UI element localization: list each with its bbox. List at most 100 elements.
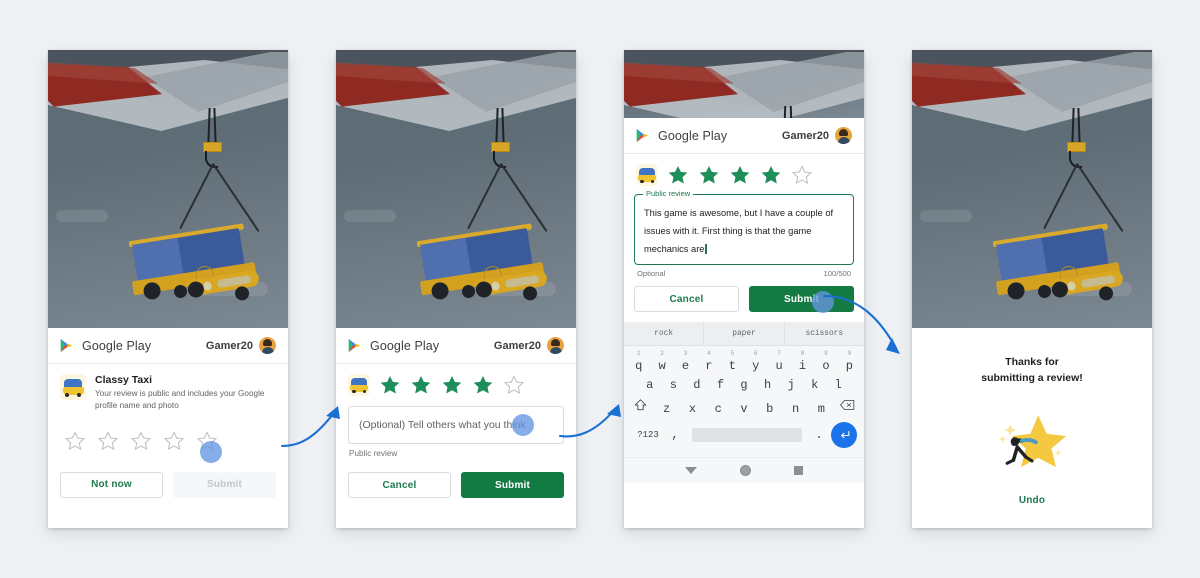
key-k[interactable]: k [803, 379, 827, 391]
star-outline-icon[interactable] [791, 164, 813, 186]
key-d[interactable]: d [685, 379, 709, 391]
undo-button[interactable]: Undo [1019, 495, 1045, 506]
star-filled-icon[interactable] [410, 374, 432, 396]
cancel-button[interactable]: Cancel [634, 286, 739, 312]
google-play-title: Google Play [82, 338, 152, 353]
nav-recents-icon[interactable] [793, 466, 803, 475]
phone-panel-1: Google Play Gamer20 Classy Taxi Your rev… [48, 50, 288, 528]
star-filled-icon[interactable] [441, 374, 463, 396]
action-buttons-1: Not now Submit [48, 462, 288, 512]
star-filled-icon[interactable] [472, 374, 494, 396]
suggestion-chip[interactable]: paper [703, 322, 783, 345]
key-y[interactable]: 6y [744, 350, 767, 372]
rating-stars-empty[interactable] [48, 416, 288, 462]
symbols-key[interactable]: ?123 [631, 430, 665, 440]
game-scene-2 [336, 50, 576, 328]
user-avatar-icon[interactable] [835, 127, 852, 144]
key-e[interactable]: 3e [674, 350, 697, 372]
suggestion-chip[interactable]: rock [624, 322, 703, 345]
phone-panel-3: Google Play Gamer20 Public review This g… [624, 50, 864, 528]
key-j[interactable]: j [779, 379, 803, 391]
arrow-panel2-to-panel3 [558, 404, 621, 438]
key-r[interactable]: 4r [697, 350, 720, 372]
key-b[interactable]: b [757, 403, 783, 415]
text-caret [705, 244, 707, 254]
star-outline-icon[interactable] [163, 430, 185, 452]
backspace-key[interactable] [834, 398, 860, 415]
nav-back-icon[interactable] [685, 467, 698, 474]
touch-indicator-star-4 [200, 441, 222, 463]
key-i[interactable]: 8i [791, 350, 814, 372]
touch-indicator-review-field [512, 414, 534, 436]
star-outline-icon[interactable] [97, 430, 119, 452]
google-play-logo-icon [348, 339, 361, 352]
android-navigation-bar [624, 457, 864, 483]
key-s[interactable]: s [662, 379, 686, 391]
star-filled-icon[interactable] [698, 164, 720, 186]
submit-button[interactable]: Submit [461, 472, 564, 498]
user-avatar-icon[interactable] [259, 337, 276, 354]
keyboard-row-2: a s d f g h j k l [627, 379, 861, 391]
comma-key[interactable]: , [665, 428, 685, 442]
star-filled-icon[interactable] [379, 374, 401, 396]
google-play-header: Google Play Gamer20 [48, 328, 288, 364]
key-h[interactable]: h [756, 379, 780, 391]
google-play-header: Google Play Gamer20 [336, 328, 576, 364]
review-textarea-footer: Optional 100/500 [624, 265, 864, 278]
game-scene-4 [912, 50, 1152, 328]
star-filled-icon[interactable] [729, 164, 751, 186]
key-f[interactable]: f [709, 379, 733, 391]
cloud-shape [56, 210, 108, 222]
space-key[interactable] [692, 428, 802, 442]
key-l[interactable]: l [826, 379, 850, 391]
google-play-title: Google Play [658, 128, 728, 143]
review-textarea-value: This game is awesome, but I have a coupl… [644, 208, 834, 254]
character-counter: 100/500 [823, 269, 851, 278]
user-avatar-icon[interactable] [547, 337, 564, 354]
star-outline-icon[interactable] [130, 430, 152, 452]
backspace-icon [839, 399, 854, 411]
review-helper-text: Public review [349, 449, 398, 458]
key-x[interactable]: x [680, 403, 706, 415]
key-g[interactable]: g [732, 379, 756, 391]
star-outline-icon[interactable] [64, 430, 86, 452]
key-q[interactable]: 1q [627, 350, 650, 372]
thanks-sheet: Thanks for submitting a review! Undo [912, 328, 1152, 528]
arrow-panel3-to-panel4 [822, 294, 900, 354]
user-name: Gamer20 [205, 339, 253, 352]
user-name: Gamer20 [493, 339, 541, 352]
not-now-button[interactable]: Not now [60, 471, 163, 498]
cancel-button[interactable]: Cancel [348, 472, 451, 498]
key-t[interactable]: 5t [721, 350, 744, 372]
star-filled-icon[interactable] [667, 164, 689, 186]
game-scene-3 [624, 50, 864, 118]
key-z[interactable]: z [654, 403, 680, 415]
period-key[interactable]: . [809, 428, 829, 442]
review-input-placeholder: (Optional) Tell others what you think [359, 419, 526, 431]
thanks-message: Thanks for submitting a review! [981, 354, 1083, 387]
key-u[interactable]: 7u [767, 350, 790, 372]
star-filled-icon[interactable] [760, 164, 782, 186]
app-info-row: Classy Taxi Your review is public and in… [48, 364, 288, 416]
star-outline-icon[interactable] [503, 374, 525, 396]
key-w[interactable]: 2w [650, 350, 673, 372]
key-m[interactable]: m [808, 403, 834, 415]
key-a[interactable]: a [638, 379, 662, 391]
review-textarea-outlined[interactable]: Public review This game is awesome, but … [634, 189, 854, 265]
user-name: Gamer20 [781, 129, 829, 142]
rating-stars-4[interactable] [336, 364, 576, 402]
keyboard-row-3: z x c v b n m [627, 398, 861, 415]
thanks-line-1: Thanks for [1005, 356, 1059, 368]
key-c[interactable]: c [705, 403, 731, 415]
key-n[interactable]: n [783, 403, 809, 415]
review-textarea-box[interactable]: This game is awesome, but I have a coupl… [634, 194, 854, 265]
nav-home-icon[interactable] [739, 465, 751, 476]
review-sheet-2: Google Play Gamer20 (Optional) Tell othe… [336, 328, 576, 512]
key-v[interactable]: v [731, 403, 757, 415]
google-play-header: Google Play Gamer20 [624, 118, 864, 154]
star-celebration-icon [998, 414, 1067, 467]
enter-key[interactable] [831, 422, 857, 448]
google-play-title: Google Play [370, 338, 440, 353]
thanks-line-2: submitting a review! [981, 372, 1083, 385]
rating-stars-4[interactable] [624, 154, 864, 192]
